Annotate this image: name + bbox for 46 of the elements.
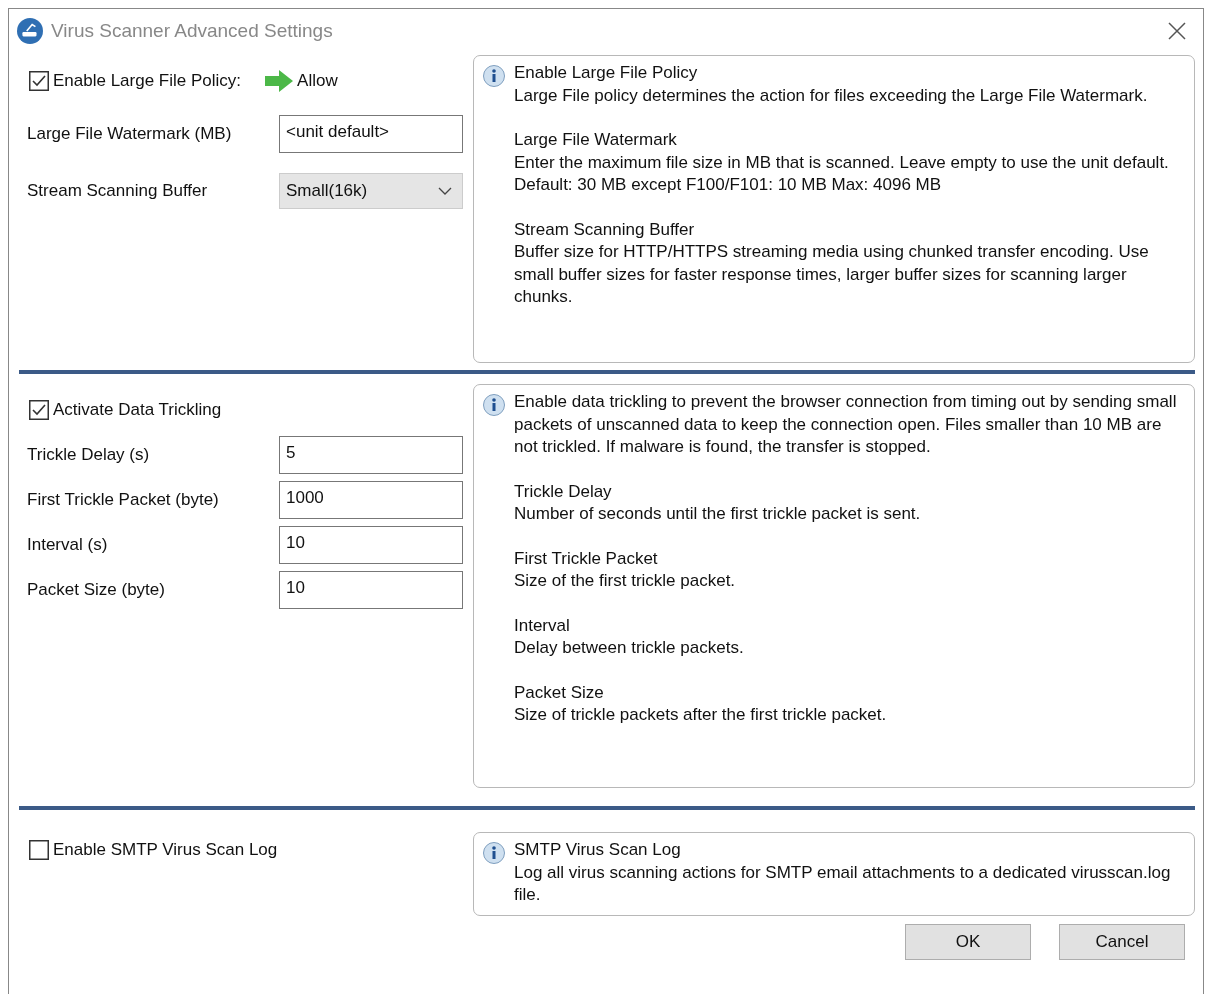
- input-field[interactable]: 10: [279, 571, 463, 609]
- info-text: Size of trickle packets after the first trickle packet.: [514, 704, 888, 726]
- info-icon: [482, 841, 506, 865]
- info-heading: Packet Size: [514, 681, 605, 704]
- info-heading: Trickle Delay: [514, 480, 613, 503]
- checkbox[interactable]: [29, 840, 49, 860]
- checkbox[interactable]: [29, 400, 49, 420]
- info-heading: Large File Watermark: [514, 129, 678, 151]
- info-text: Delay between trickle packets.: [514, 637, 745, 659]
- arrow-icon: [265, 70, 294, 92]
- checkbox-label[interactable]: Enable Large File Policy:: [53, 71, 242, 91]
- info-heading: Interval: [514, 614, 571, 637]
- input-field[interactable]: 10: [279, 526, 463, 564]
- action-label: Allow: [297, 71, 338, 91]
- cancel-button[interactable]: Cancel: [1059, 923, 1185, 960]
- checkbox[interactable]: [29, 71, 49, 91]
- field-label: Interval (s): [27, 535, 109, 555]
- field-label: First Trickle Packet (byte): [27, 490, 220, 510]
- info-text: Log all virus scanning actions for SMTP email attachments to a dedicated virusscan.log file.: [514, 861, 1172, 906]
- info-heading: Stream Scanning Buffer: [514, 218, 696, 241]
- input-field[interactable]: 1000: [279, 481, 463, 519]
- dropdown[interactable]: Small(16k): [279, 173, 463, 209]
- window-title: Virus Scanner Advanced Settings: [51, 20, 334, 42]
- info-text: Size of the first trickle packet.: [514, 570, 737, 592]
- close-icon[interactable]: [1167, 21, 1187, 41]
- info-text: Enter the maximum file size in MB that is scanned. Leave empty to use the unit default. Default: 30 MB except F100/F101: 10 MB Max: 4096 MB: [514, 151, 1170, 196]
- info-text: Large File policy determines the action for files exceeding the Large File Watermark.: [514, 84, 1149, 107]
- field-label: Large File Watermark (MB): [27, 124, 233, 144]
- chevron-icon: [438, 187, 452, 195]
- info-icon: [482, 64, 506, 88]
- input-field[interactable]: <unit default>: [279, 115, 463, 153]
- field-label: Stream Scanning Buffer: [27, 181, 209, 201]
- field-label: Packet Size (byte): [27, 580, 166, 600]
- field-label: Trickle Delay (s): [27, 445, 151, 465]
- info-heading: Enable Large File Policy: [514, 62, 699, 84]
- info-icon: [482, 393, 506, 417]
- checkbox-label[interactable]: Enable SMTP Virus Scan Log: [53, 840, 278, 860]
- info-text: Buffer size for HTTP/HTTPS streaming media using chunked transfer encoding. Use small buffer sizes for faster response times, larger buffer sizes for scanning larger chunks.: [514, 241, 1150, 308]
- info-heading: SMTP Virus Scan Log: [514, 839, 682, 861]
- info-text: Enable data trickling to prevent the browser connection from timing out by sending small packets of unscanned data to keep the connection open. Files smaller than 10 MB are not trickled. If malware is found, the transfer is stopped.: [514, 391, 1178, 458]
- app-icon: [17, 18, 43, 44]
- info-text: Number of seconds until the first trickle packet is sent.: [514, 503, 922, 525]
- checkbox-label[interactable]: Activate Data Trickling: [53, 400, 222, 420]
- ok-button[interactable]: OK: [905, 923, 1031, 960]
- info-heading: First Trickle Packet: [514, 547, 659, 570]
- input-field[interactable]: 5: [279, 436, 463, 474]
